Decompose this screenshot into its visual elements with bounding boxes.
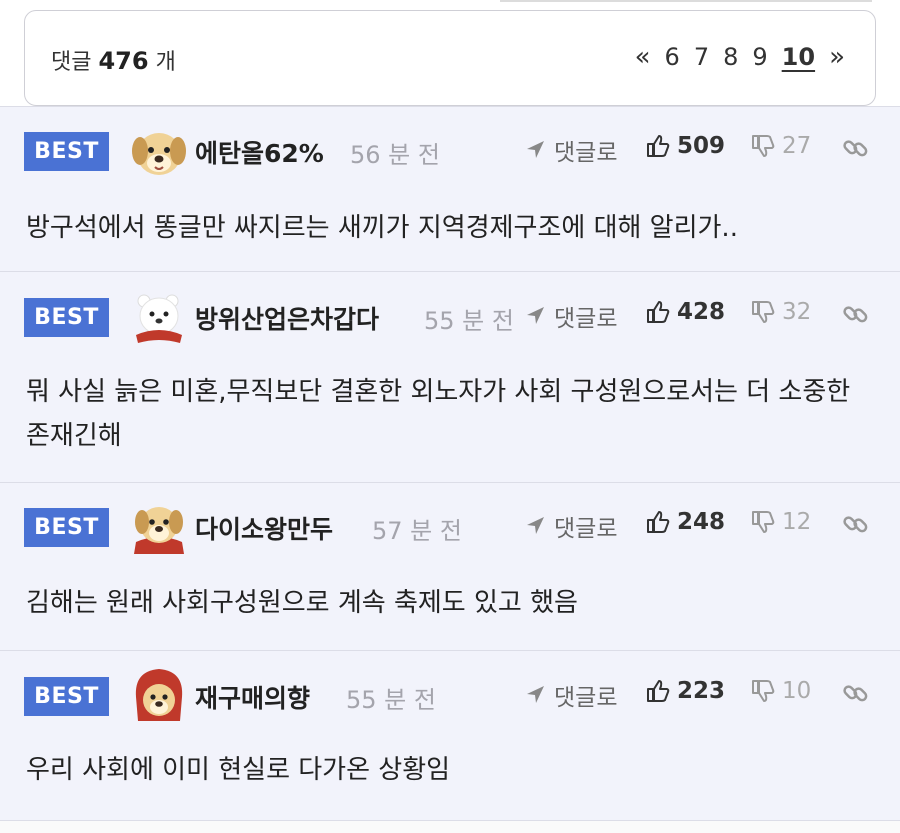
link-icon[interactable] xyxy=(842,679,870,707)
comment-time: 55 분 전 xyxy=(346,686,436,714)
pager-page-9[interactable]: 9 xyxy=(752,43,767,71)
thumbs-down-icon xyxy=(752,511,775,533)
pagination: « 6 7 8 9 10 » xyxy=(621,42,845,72)
pager-page-current[interactable]: 10 xyxy=(782,43,815,71)
like-count: 509 xyxy=(677,133,726,159)
comment-count: 댓글 476 개 xyxy=(51,44,176,76)
polar-bear-icon[interactable] xyxy=(130,289,188,347)
comment-summary-bar: 댓글 476 개 « 6 7 8 9 10 » xyxy=(24,10,876,106)
thumbs-down-icon xyxy=(752,301,775,323)
comment-nickname[interactable]: 다이소왕만두 xyxy=(195,510,333,546)
comment-count-unit: 개 xyxy=(155,50,176,75)
link-icon[interactable] xyxy=(842,300,870,328)
dog-cape-icon[interactable] xyxy=(130,498,188,556)
thumbs-up-icon xyxy=(647,680,670,702)
like-button[interactable]: 428 xyxy=(645,299,725,325)
dislike-button[interactable]: 10 xyxy=(750,678,811,704)
dislike-count: 10 xyxy=(782,678,812,704)
thumbs-down-icon xyxy=(752,135,775,157)
thumbs-up-icon xyxy=(647,301,670,323)
like-button[interactable]: 223 xyxy=(645,678,725,704)
comment-header: BEST 재구매의향 55 분 전 댓글로 223 10 xyxy=(0,651,900,741)
like-count: 223 xyxy=(677,678,726,704)
dog-icon[interactable] xyxy=(130,123,188,181)
comment-time: 57 분 전 xyxy=(372,517,462,545)
like-button[interactable]: 509 xyxy=(645,133,725,159)
comment-header: BEST 다이소왕만두 57 분 전 댓글로 248 12 xyxy=(0,483,900,573)
like-button[interactable]: 248 xyxy=(645,509,725,535)
best-badge: BEST xyxy=(24,298,109,337)
comment-count-value: 476 xyxy=(98,47,149,75)
top-divider xyxy=(500,0,872,2)
pager-page-7[interactable]: 7 xyxy=(694,43,709,71)
comment-nickname[interactable]: 방위산업은차갑다 xyxy=(195,300,379,336)
like-count: 428 xyxy=(677,299,726,325)
comment-text: 뭐 사실 늙은 미혼,무직보단 결혼한 외노자가 사회 구성원으로서는 더 소중… xyxy=(26,377,851,451)
comment-item: BEST 에탄올62% 56 분 전 댓글로 509 27 방구석에서 똥글만 … xyxy=(0,106,900,271)
comment-count-label: 댓글 xyxy=(51,50,92,75)
pager-page-6[interactable]: 6 xyxy=(665,43,680,71)
comment-header: BEST 에탄올62% 56 분 전 댓글로 509 27 xyxy=(0,107,900,197)
comment-item: BEST 재구매의향 55 분 전 댓글로 223 10 우리 사회에 이미 현… xyxy=(0,650,900,820)
reply-button[interactable]: 댓글로 xyxy=(524,133,617,167)
pager-page-8[interactable]: 8 xyxy=(723,43,738,71)
reply-arrow-icon xyxy=(527,686,544,703)
comment-nickname[interactable]: 재구매의향 xyxy=(195,679,310,715)
reply-label: 댓글로 xyxy=(554,140,618,166)
reply-button[interactable]: 댓글로 xyxy=(524,509,617,543)
comment-text: 우리 사회에 이미 현실로 다가온 상황임 xyxy=(26,755,451,785)
thumbs-down-icon xyxy=(752,680,775,702)
dog-hood-icon[interactable] xyxy=(130,667,188,725)
link-icon[interactable] xyxy=(842,510,870,538)
best-badge: BEST xyxy=(24,132,109,171)
reply-arrow-icon xyxy=(527,307,544,324)
reply-arrow-icon xyxy=(527,141,544,158)
reply-button[interactable]: 댓글로 xyxy=(524,299,617,333)
like-count: 248 xyxy=(677,509,726,535)
comment-time: 56 분 전 xyxy=(350,141,440,169)
dislike-count: 12 xyxy=(782,509,812,535)
bottom-divider xyxy=(0,820,900,833)
reply-label: 댓글로 xyxy=(554,685,618,711)
best-badge: BEST xyxy=(24,508,109,547)
pager-next-button[interactable]: » xyxy=(829,42,845,72)
reply-arrow-icon xyxy=(527,517,544,534)
dislike-button[interactable]: 32 xyxy=(750,299,811,325)
link-icon[interactable] xyxy=(842,134,870,162)
dislike-button[interactable]: 27 xyxy=(750,133,811,159)
reply-button[interactable]: 댓글로 xyxy=(524,678,617,712)
comment-header: BEST 방위산업은차갑다 55 분 전 댓글로 428 32 xyxy=(0,272,900,362)
reply-label: 댓글로 xyxy=(554,516,618,542)
dislike-button[interactable]: 12 xyxy=(750,509,811,535)
comment-text: 김해는 원래 사회구성원으로 계속 축제도 있고 했음 xyxy=(26,588,578,618)
dislike-count: 27 xyxy=(782,133,812,159)
comment-nickname[interactable]: 에탄올62% xyxy=(195,134,324,170)
best-badge: BEST xyxy=(24,677,109,716)
thumbs-up-icon xyxy=(647,511,670,533)
thumbs-up-icon xyxy=(647,135,670,157)
dislike-count: 32 xyxy=(782,299,812,325)
comment-item: BEST 다이소왕만두 57 분 전 댓글로 248 12 김해는 원래 사회구… xyxy=(0,482,900,650)
reply-label: 댓글로 xyxy=(554,306,618,332)
comment-item: BEST 방위산업은차갑다 55 분 전 댓글로 428 32 뭐 사실 늙은 … xyxy=(0,271,900,482)
comment-time: 55 분 전 xyxy=(424,307,514,335)
pager-prev-button[interactable]: « xyxy=(635,42,651,72)
comment-text: 방구석에서 똥글만 싸지르는 새끼가 지역경제구조에 대해 알리가.. xyxy=(26,213,738,243)
